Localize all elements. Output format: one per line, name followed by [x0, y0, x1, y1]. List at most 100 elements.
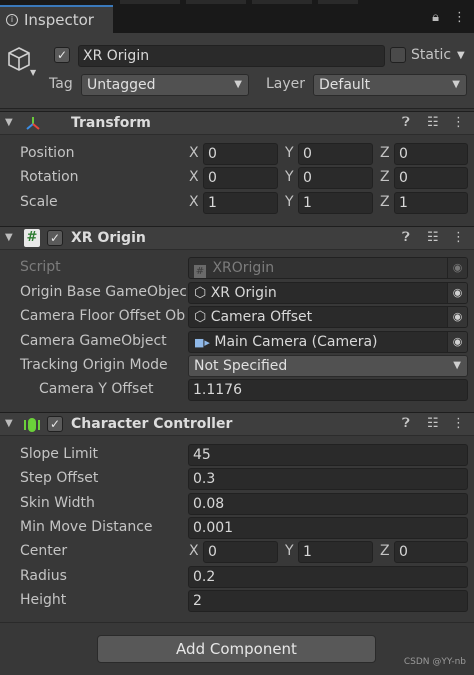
origin-base-field[interactable]: ⬡ XR Origin ◉	[188, 282, 468, 304]
character-controller-header[interactable]: ▼ ✓ Character Controller ❓︎ ☷ ⋮	[0, 412, 474, 436]
foldout-arrow-icon[interactable]: ▼	[5, 232, 13, 243]
axis-y-label: Y	[285, 145, 294, 161]
help-icon[interactable]: ❓︎	[402, 115, 410, 130]
character-controller-title: Character Controller	[71, 416, 233, 432]
object-picker-icon: ◉	[447, 258, 467, 278]
active-checkbox[interactable]: ✓	[54, 47, 70, 63]
position-z-field[interactable]: 0	[394, 143, 468, 165]
tracking-origin-value: Not Specified	[194, 358, 288, 374]
cube-icon: ⬡	[194, 285, 207, 301]
script-value: XROrigin	[212, 260, 275, 276]
icon-dropdown-caret[interactable]: ▼	[30, 68, 36, 77]
xr-origin-header[interactable]: ▼ # ✓ XR Origin ❓︎ ☷ ⋮	[0, 226, 474, 250]
tracking-origin-dropdown[interactable]: Not Specified ▼	[188, 355, 468, 377]
camera-gameobject-value: Main Camera (Camera)	[214, 334, 378, 350]
position-x-field[interactable]: 0	[203, 143, 278, 165]
character-controller-enabled-checkbox[interactable]: ✓	[47, 416, 63, 432]
presets-icon[interactable]: ☷	[427, 230, 439, 245]
camera-y-offset-field[interactable]: 1.1176	[188, 379, 468, 401]
layer-value: Default	[319, 77, 371, 93]
gameobject-name-field[interactable]: XR Origin	[78, 45, 385, 67]
center-label: Center	[20, 543, 68, 559]
presets-icon[interactable]: ☷	[427, 416, 439, 431]
camera-floor-offset-field[interactable]: ⬡ Camera Offset ◉	[188, 306, 468, 328]
scale-x-field[interactable]: 1	[203, 192, 278, 214]
chevron-down-icon: ▼	[234, 79, 242, 90]
foldout-arrow-icon[interactable]: ▼	[5, 418, 13, 429]
slope-limit-field[interactable]: 45	[188, 444, 468, 466]
object-picker-icon[interactable]: ◉	[447, 283, 467, 303]
camera-y-offset-label: Camera Y Offset	[39, 381, 154, 397]
position-y-field[interactable]: 0	[298, 143, 373, 165]
tag-dropdown[interactable]: Untagged ▼	[81, 74, 249, 96]
radius-label: Radius	[20, 568, 67, 584]
divider	[0, 622, 474, 623]
rotation-z-field[interactable]: 0	[394, 167, 468, 189]
xr-origin-enabled-checkbox[interactable]: ✓	[47, 230, 63, 246]
step-offset-label: Step Offset	[20, 470, 99, 486]
min-move-distance-label: Min Move Distance	[20, 519, 153, 535]
center-y-field[interactable]: 1	[298, 541, 373, 563]
add-component-button[interactable]: Add Component	[97, 635, 376, 663]
origin-base-label: Origin Base GameObjec	[20, 284, 186, 300]
more-icon[interactable]: ⋮	[452, 416, 465, 431]
tab-inspector[interactable]: i Inspector	[0, 5, 113, 33]
scale-y-field[interactable]: 1	[298, 192, 373, 214]
object-picker-icon[interactable]: ◉	[447, 307, 467, 327]
rotation-y-field[interactable]: 0	[298, 167, 373, 189]
axis-y-label: Y	[285, 543, 294, 559]
info-icon: i	[6, 14, 18, 26]
scale-z-field[interactable]: 1	[394, 192, 468, 214]
scale-label: Scale	[20, 194, 58, 210]
tab-bar: i Inspector 🔒︎ ⋮	[0, 0, 474, 33]
character-controller-icon	[24, 418, 40, 432]
center-z-field[interactable]: 0	[394, 541, 468, 563]
presets-icon[interactable]: ☷	[427, 115, 439, 130]
axis-z-label: Z	[380, 543, 390, 559]
static-dropdown-caret[interactable]: ▼	[457, 50, 465, 61]
min-move-distance-field[interactable]: 0.001	[188, 517, 468, 539]
static-checkbox[interactable]	[390, 47, 406, 63]
slope-limit-label: Slope Limit	[20, 446, 98, 462]
rotation-x-field[interactable]: 0	[203, 167, 278, 189]
gameobject-header: ▼ ✓ XR Origin Static ▼ Tag Untagged ▼ La…	[0, 33, 474, 109]
foldout-arrow-icon[interactable]: ▼	[5, 117, 13, 128]
radius-field[interactable]: 0.2	[188, 566, 468, 588]
script-hash-icon: #	[24, 229, 40, 247]
height-field[interactable]: 2	[188, 590, 468, 612]
axis-z-label: Z	[380, 169, 390, 185]
camera-icon: ■▸	[194, 336, 210, 349]
help-icon[interactable]: ❓︎	[402, 230, 410, 245]
more-icon[interactable]: ⋮	[452, 230, 465, 245]
skin-width-field[interactable]: 0.08	[188, 493, 468, 515]
chevron-down-icon: ▼	[452, 79, 460, 90]
axis-z-label: Z	[380, 194, 390, 210]
tab-icons: 🔒︎ ⋮	[432, 10, 466, 25]
camera-gameobject-field[interactable]: ■▸ Main Camera (Camera) ◉	[188, 331, 468, 353]
transform-header[interactable]: ▼ Transform ❓︎ ☷ ⋮	[0, 111, 474, 135]
tab-top-segment	[252, 0, 312, 4]
object-picker-icon[interactable]: ◉	[447, 332, 467, 352]
script-hash-icon: #	[194, 265, 206, 278]
axis-z-label: Z	[380, 145, 390, 161]
center-x-field[interactable]: 0	[203, 541, 278, 563]
camera-gameobject-label: Camera GameObject	[20, 333, 167, 349]
height-label: Height	[20, 592, 67, 608]
step-offset-field[interactable]: 0.3	[188, 468, 468, 490]
help-icon[interactable]: ❓︎	[402, 416, 410, 431]
cube-icon: ⬡	[194, 309, 207, 325]
script-field: # XROrigin ◉	[188, 257, 468, 279]
position-label: Position	[20, 145, 75, 161]
origin-base-value: XR Origin	[210, 285, 277, 301]
lock-icon[interactable]: 🔒︎	[432, 10, 439, 25]
tab-top-segment	[318, 0, 358, 4]
camera-floor-offset-label: Camera Floor Offset Ob	[20, 308, 186, 324]
axis-y-label: Y	[285, 169, 294, 185]
axis-y-label: Y	[285, 194, 294, 210]
more-icon[interactable]: ⋮	[453, 10, 466, 25]
camera-floor-offset-value: Camera Offset	[210, 309, 313, 325]
axis-x-label: X	[189, 194, 199, 210]
more-icon[interactable]: ⋮	[452, 115, 465, 130]
layer-dropdown[interactable]: Default ▼	[313, 74, 467, 96]
xr-origin-title: XR Origin	[71, 230, 146, 246]
